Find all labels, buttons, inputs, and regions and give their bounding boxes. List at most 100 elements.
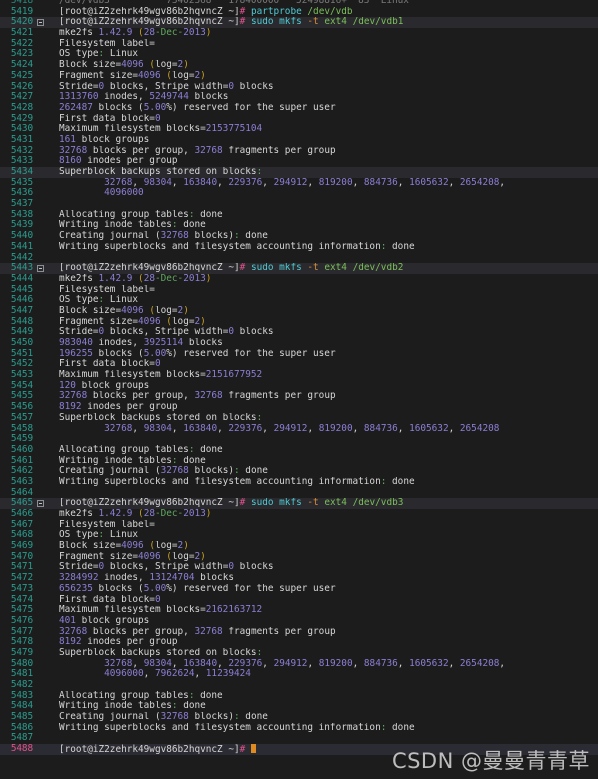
token-plain: blocks, Stripe width= — [104, 81, 229, 92]
token-plain: , — [448, 423, 460, 434]
token-paren: ) — [200, 316, 206, 327]
token-num: 2013 — [183, 509, 206, 519]
terminal-line: 5439 Writing inode tables: done — [0, 220, 598, 231]
line-text: 983040 inodes, 3925114 blocks — [58, 338, 598, 349]
token-plain: mke2fs — [59, 273, 99, 284]
token-num: 4096 — [138, 316, 161, 327]
line-text: 3284992 inodes, 13124704 blocks — [58, 573, 598, 584]
token-opt: -t — [307, 263, 319, 274]
token-num: 656235 — [59, 583, 93, 594]
token-plain: , — [171, 177, 184, 188]
token-colon: -Dec- — [154, 28, 184, 39]
token-plain: Filesystem label= — [59, 38, 155, 49]
token-plain: done — [386, 722, 415, 733]
terminal-line: 5459 — [0, 433, 598, 445]
line-text: 196255 blocks (5.00%) reserved for the s… — [58, 349, 598, 360]
token-plain: blocks, Stripe width= — [104, 327, 229, 338]
token-plain: , — [397, 177, 410, 188]
token-plain: Maximum filesystem blocks= — [59, 370, 206, 381]
line-text: OS type: Linux — [58, 295, 598, 306]
token-paren: ( — [132, 509, 144, 519]
token-num: 2013 — [183, 273, 206, 284]
token-plain: blocks) — [188, 231, 234, 242]
terminal-line: 5454 120 block groups — [0, 380, 598, 392]
token-num: 11239424 — [205, 669, 251, 680]
line-text: Fragment size=4096 (log=2) — [58, 552, 598, 563]
terminal-line: 5466 mke2fs 1.42.9 (28-Dec-2013) — [0, 508, 598, 520]
line-text: Filesystem label= — [58, 285, 598, 296]
token-num: 5.00 — [143, 348, 167, 359]
line-text: 32768, 98304, 163840, 229376, 294912, 81… — [58, 178, 598, 189]
token-num: 983040 — [59, 338, 93, 348]
token-plain: Creating journal ( — [59, 231, 161, 242]
token-kw: sudo mkfs — [250, 498, 302, 509]
token-plain: Writing superblocks and filesystem accou… — [59, 241, 381, 252]
token-num: 32768 — [160, 231, 189, 242]
line-text: First data block=0 — [58, 359, 598, 370]
token-plain: log= — [154, 541, 178, 552]
terminal-line: 5473 656235 blocks (5.00%) reserved for t… — [0, 583, 598, 595]
token-plain: blocks, Stripe width= — [104, 562, 229, 573]
line-text: Writing inode tables: done — [58, 701, 598, 712]
token-num: 0 — [154, 359, 161, 370]
token-plain: inodes per group — [81, 402, 178, 413]
line-text: OS type: Linux — [58, 49, 598, 60]
terminal-line: 5477 32768 blocks per group, 32768 fragme… — [0, 626, 598, 638]
token-plain: , — [307, 423, 319, 434]
terminal-line: 5449 Stride=0 blocks, Stripe width=0 bloc… — [0, 327, 598, 338]
token-paren: ) — [205, 273, 212, 284]
token-num: 163840 — [183, 177, 218, 188]
token-plain: mke2fs — [59, 28, 99, 39]
line-text: mke2fs 1.42.9 (28-Dec-2013) — [58, 274, 598, 285]
token-plain: %) reserved for the super user — [166, 102, 336, 113]
token-num: 2153775104 — [205, 124, 263, 135]
token-num: 98304 — [143, 658, 172, 669]
token-num: 13124704 — [149, 573, 195, 584]
token-num: 32768 — [104, 423, 133, 434]
token-opt: -t — [307, 17, 319, 28]
terminal-line: 5463 Writing superblocks and filesystem a… — [0, 476, 598, 488]
token-plain: %) reserved for the super user — [166, 348, 336, 359]
token-paren: ) — [200, 70, 206, 81]
token-num: 2013 — [183, 28, 206, 39]
token-plain: , — [352, 177, 364, 188]
terminal-output-area[interactable]: 5418/dev/vdb3 73402368 178400000 5249881… — [0, 0, 598, 755]
token-plain: Writing inode tables — [59, 701, 172, 712]
token-plain: blocks — [234, 562, 274, 573]
terminal-line: 5464 — [0, 487, 598, 499]
token-num: 884736 — [363, 423, 398, 434]
terminal-line: 5460 Allocating group tables: done — [0, 444, 598, 456]
token-paren: ( — [160, 70, 172, 81]
terminal-window[interactable]: 5418/dev/vdb3 73402368 178400000 5249881… — [0, 0, 598, 779]
token-plain: Fragment size= — [59, 70, 139, 81]
token-plain: , — [397, 423, 410, 434]
token-plain: inodes, — [98, 92, 150, 103]
token-plain: blocks per group, — [87, 626, 195, 637]
terminal-line: 5455 32768 blocks per group, 32768 fragme… — [0, 391, 598, 402]
token-plain: Filesystem label= — [59, 284, 155, 295]
token-num: 5.00 — [143, 583, 167, 594]
line-number: 5428 — [10, 101, 33, 113]
line-text: Superblock backups stored on blocks: — [58, 167, 598, 178]
token-num: 2654208 — [459, 423, 500, 434]
token-num: 2151677952 — [205, 370, 263, 381]
terminal-line: 5467 Filesystem label= — [0, 519, 598, 531]
token-plain: blocks ( — [92, 348, 144, 359]
token-paren: ) — [183, 60, 189, 71]
terminal-line: 5436 4096000 — [0, 188, 598, 199]
token-colon: -Dec- — [154, 273, 184, 284]
token-paren: ) — [205, 509, 212, 519]
line-text: Superblock backups stored on blocks: — [58, 648, 598, 659]
terminal-line: 5482 — [0, 679, 598, 691]
token-num: 4096 — [121, 305, 144, 316]
token-num: 8192 — [59, 637, 82, 648]
terminal-line: 5452 First data block=0 — [0, 359, 598, 370]
token-kw: sudo mkfs — [250, 263, 302, 274]
token-str: /dev/vdb — [307, 6, 353, 17]
line-text: 161 block groups — [58, 135, 598, 146]
token-plain: done — [194, 209, 223, 220]
token-num: 294912 — [273, 423, 308, 434]
token-plain: blocks ( — [92, 583, 144, 594]
token-num: 32768 — [104, 177, 133, 188]
